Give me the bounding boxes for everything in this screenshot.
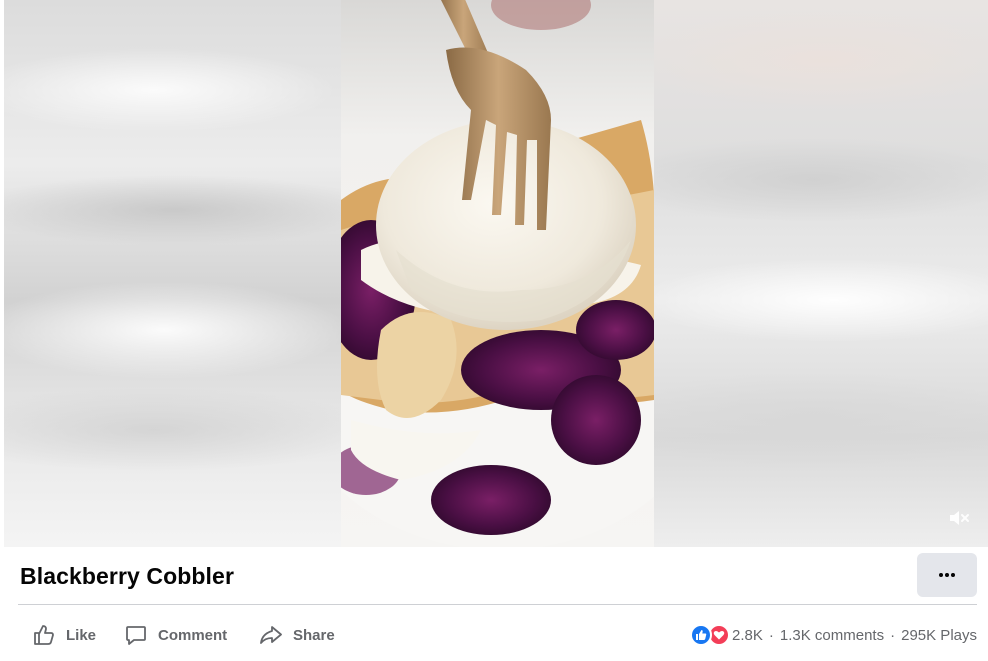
video-blur-right [654,0,988,547]
share-button[interactable]: Share [259,612,335,658]
post-stats: 2.8K · 1.3K comments · 295K Plays [690,612,977,658]
action-bar: Like Comment Share 2.8K · 1.3K comments … [0,612,988,658]
share-label: Share [293,626,335,644]
comment-button[interactable]: Comment [124,612,227,658]
like-button[interactable]: Like [32,612,96,658]
stats-separator: · [768,626,774,644]
comments-count[interactable]: 1.3K comments [780,627,884,644]
reactions[interactable] [690,624,731,646]
plays-count: 295K Plays [901,626,977,644]
video-blur-left [4,0,341,547]
stats-separator: · [890,626,896,644]
comment-label: Comment [158,626,228,644]
post-title: Blackberry Cobbler [20,563,234,589]
video-player[interactable] [4,0,988,547]
video-post: Blackberry Cobbler Like Comment Share 2.… [0,0,988,661]
mute-button[interactable] [944,503,974,533]
like-label: Like [66,626,97,644]
video-frame[interactable] [341,0,654,547]
like-reaction-icon [690,624,713,646]
post-header: Blackberry Cobbler [0,547,988,605]
more-options-button[interactable] [917,553,977,597]
comment-icon [124,623,148,647]
reactions-count[interactable]: 2.8K [732,627,763,644]
thumbs-up-icon [32,623,56,647]
divider [18,604,977,605]
video-thumbnail [341,0,654,547]
share-arrow-icon [259,623,283,647]
more-options-icon [939,573,955,577]
speaker-muted-icon [950,511,969,525]
